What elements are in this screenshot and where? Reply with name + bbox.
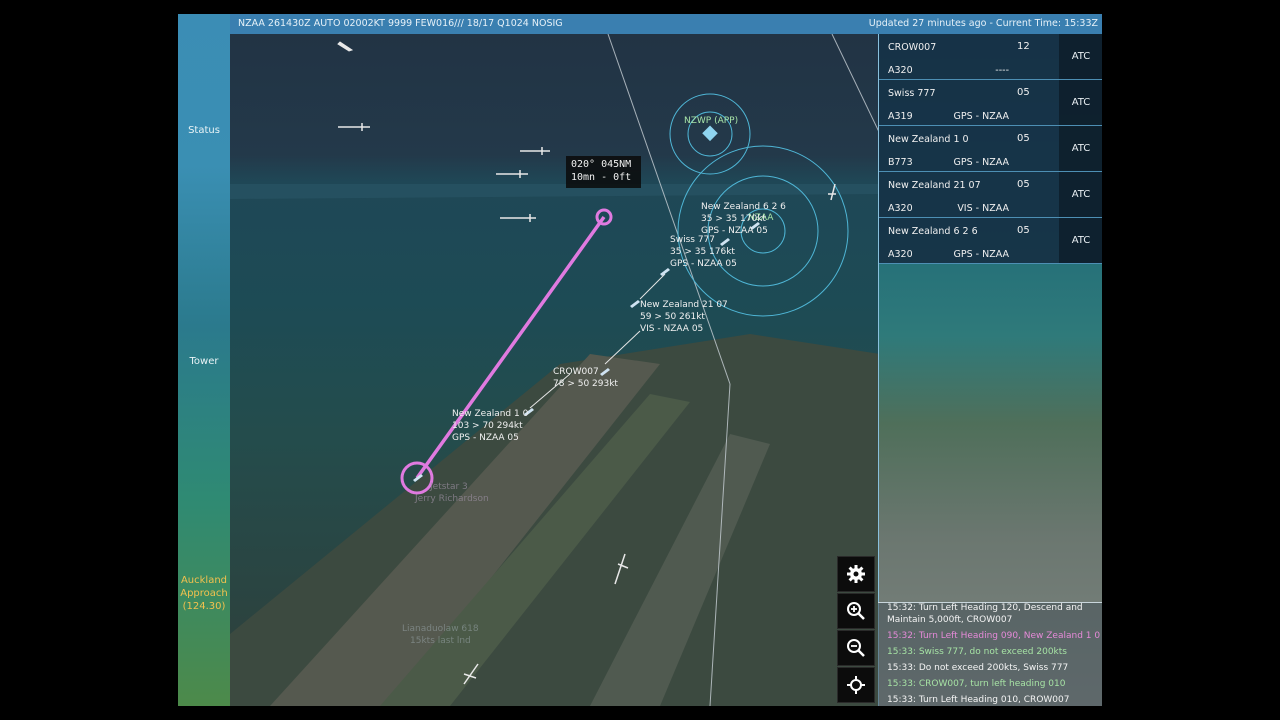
leader-line-3 — [639, 273, 666, 300]
tag-alt-speed: 59 > 50 261kt — [640, 312, 705, 322]
strip-info: New Zealand 6 2 6 05 A320 GPS - NZAA — [879, 218, 1059, 263]
log-line: 15:32: Turn Left Heading 120, Descend an… — [887, 603, 1083, 613]
tag-alt-speed: 35 > 35 170kt — [701, 214, 766, 224]
tag-route: GPS - NZAA 05 — [452, 433, 519, 443]
strip-callsign: New Zealand 6 2 6 — [888, 226, 978, 237]
strip-aircraft-type: A320 — [888, 65, 913, 76]
tag-callsign[interactable]: New Zealand 6 2 6 — [701, 202, 786, 212]
recenter-button[interactable] — [837, 667, 875, 703]
aircraft-icon[interactable] — [520, 147, 550, 155]
strip-route: VIS - NZAA — [957, 203, 1009, 214]
tag-callsign[interactable]: New Zealand 1 0 — [452, 409, 529, 419]
strip-aircraft-type: A320 — [888, 249, 913, 260]
strip-info: CROW007 12 A320 ---- — [879, 34, 1059, 79]
strip-altitude: 05 — [1017, 225, 1030, 236]
metar-text: NZAA 261430Z AUTO 02002KT 9999 FEW016///… — [238, 18, 563, 29]
aircraft-icon-swiss777[interactable] — [720, 238, 730, 246]
recenter-icon — [847, 676, 865, 694]
zoom-in-icon — [847, 602, 865, 620]
aircraft-icon[interactable] — [500, 214, 536, 222]
ground-label: 15kts last lnd — [410, 636, 471, 646]
map-canvas[interactable]: NZWP (APP) NZAA 020° 045NM 10mn - 0ft Ne… — [230, 34, 880, 706]
log-line: 15:33: Turn Left Heading 010, CROW007 — [887, 695, 1070, 705]
aircraft-icon-nz2107a[interactable] — [660, 268, 670, 276]
metar-bar: NZAA 261430Z AUTO 02002KT 9999 FEW016///… — [230, 14, 1102, 35]
ground-label: Jerry Richardson — [414, 494, 489, 504]
app-window: Status Tower Auckland Approach (124.30) … — [178, 14, 1102, 706]
message-log[interactable]: 15:32: Turn Left Heading 120, Descend an… — [878, 602, 1102, 706]
log-line: 15:33: CROW007, turn left heading 010 — [887, 679, 1066, 689]
strip-altitude: 05 — [1017, 87, 1030, 98]
aircraft-icon[interactable] — [337, 41, 354, 52]
atc-button[interactable]: ATC — [1059, 172, 1102, 217]
radar-map[interactable]: NZWP (APP) NZAA 020° 045NM 10mn - 0ft Ne… — [230, 34, 880, 706]
heading-box-line2: 10mn - 0ft — [571, 172, 631, 183]
gear-icon — [847, 565, 865, 583]
boundary-line-3 — [831, 34, 880, 135]
log-line: Maintain 5,000ft, CROW007 — [887, 615, 1013, 625]
tag-callsign[interactable]: New Zealand 21 07 — [640, 300, 728, 310]
strip-aircraft-type: A320 — [888, 203, 913, 214]
log-line: 15:33: Swiss 777, do not exceed 200kts — [887, 647, 1067, 657]
ground-label: Jetstar 3 — [429, 482, 468, 492]
strip-altitude: 05 — [1017, 133, 1030, 144]
flight-strip[interactable]: New Zealand 6 2 6 05 A320 GPS - NZAA ATC — [879, 218, 1102, 264]
log-line: 15:32: Turn Left Heading 090, New Zealan… — [887, 631, 1101, 641]
strip-route: GPS - NZAA — [953, 157, 1009, 168]
strip-altitude: 05 — [1017, 179, 1030, 190]
tag-route: GPS - NZAA 05 — [670, 259, 737, 269]
strip-info: New Zealand 1 0 05 B773 GPS - NZAA — [879, 126, 1059, 171]
zoom-in-button[interactable] — [837, 593, 875, 629]
tag-callsign[interactable]: Swiss 777 — [670, 235, 715, 245]
sidebar-item-approach[interactable]: Auckland Approach (124.30) — [178, 574, 230, 613]
strip-info: New Zealand 21 07 05 A320 VIS - NZAA — [879, 172, 1059, 217]
strip-route: GPS - NZAA — [953, 111, 1009, 122]
settings-button[interactable] — [837, 556, 875, 592]
strip-route: ---- — [995, 65, 1009, 76]
strip-callsign: Swiss 777 — [888, 88, 936, 99]
aircraft-icon[interactable] — [496, 170, 528, 178]
strip-callsign: New Zealand 21 07 — [888, 180, 981, 191]
tag-alt-speed: 78 > 50 293kt — [553, 379, 618, 389]
flight-strip[interactable]: New Zealand 1 0 05 B773 GPS - NZAA ATC — [879, 126, 1102, 172]
tag-route: VIS - NZAA 05 — [640, 324, 703, 334]
strip-info: Swiss 777 05 A319 GPS - NZAA — [879, 80, 1059, 125]
horizon-band — [230, 184, 880, 199]
aircraft-icon-nz2107[interactable] — [630, 300, 640, 308]
flight-strip[interactable]: CROW007 12 A320 ---- ATC — [879, 34, 1102, 80]
atc-button[interactable]: ATC — [1059, 34, 1102, 79]
tag-alt-speed: 35 > 35 176kt — [670, 247, 735, 257]
atc-button[interactable]: ATC — [1059, 80, 1102, 125]
approach-line1: Auckland — [180, 575, 228, 586]
zoom-out-icon — [847, 639, 865, 657]
flight-strip[interactable]: New Zealand 21 07 05 A320 VIS - NZAA ATC — [879, 172, 1102, 218]
atc-button[interactable]: ATC — [1059, 218, 1102, 263]
heading-box-line1: 020° 045NM — [571, 159, 631, 170]
sidebar: Status Tower Auckland Approach (124.30) — [178, 14, 230, 706]
sidebar-item-tower[interactable]: Tower — [178, 356, 230, 367]
strip-altitude: 12 — [1017, 41, 1030, 52]
aircraft-icon[interactable] — [338, 123, 370, 131]
update-time: Updated 27 minutes ago - Current Time: 1… — [868, 18, 1098, 29]
nzwp-label: NZWP (APP) — [684, 116, 738, 126]
flight-strip[interactable]: Swiss 777 05 A319 GPS - NZAA ATC — [879, 80, 1102, 126]
strip-route: GPS - NZAA — [953, 249, 1009, 260]
strip-aircraft-type: A319 — [888, 111, 913, 122]
log-line: 15:33: Do not exceed 200kts, Swiss 777 — [887, 663, 1069, 673]
strip-callsign: New Zealand 1 0 — [888, 134, 969, 145]
nzwp-waypoint-icon[interactable] — [702, 125, 718, 142]
ground-label: Lianaduolaw 618 — [402, 624, 479, 634]
zoom-out-button[interactable] — [837, 630, 875, 666]
sidebar-item-status[interactable]: Status — [178, 125, 230, 136]
tag-alt-speed: 103 > 70 294kt — [452, 421, 523, 431]
tag-callsign[interactable]: CROW007 — [553, 367, 599, 377]
strip-callsign: CROW007 — [888, 42, 937, 53]
approach-freq: (124.30) — [182, 601, 226, 612]
atc-button[interactable]: ATC — [1059, 126, 1102, 171]
strip-aircraft-type: B773 — [888, 157, 913, 168]
approach-line2: Approach — [180, 588, 228, 599]
